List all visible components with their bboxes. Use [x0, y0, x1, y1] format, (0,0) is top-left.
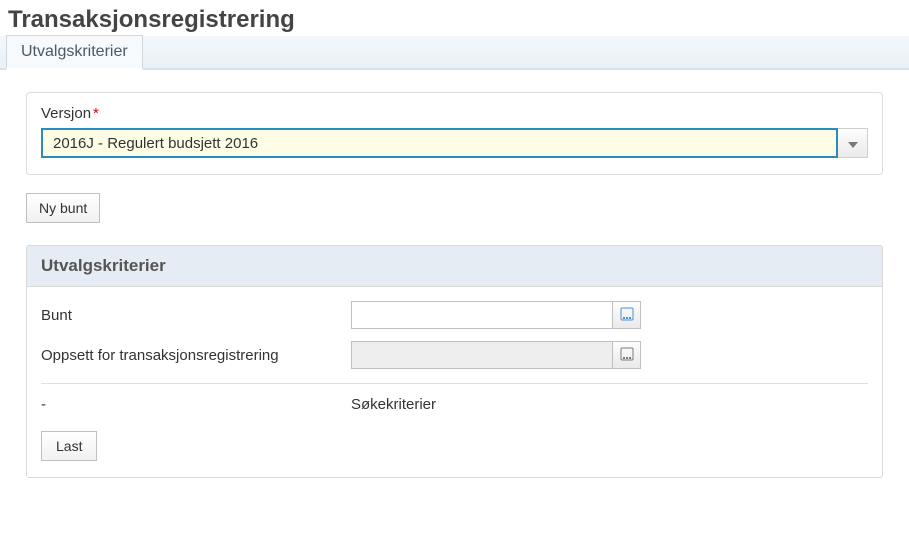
oppsett-input: [351, 341, 613, 369]
required-marker: *: [93, 105, 99, 122]
version-input[interactable]: [41, 128, 838, 158]
version-dropdown-button[interactable]: [838, 128, 868, 158]
tab-utvalgskriterier[interactable]: Utvalgskriterier: [6, 35, 143, 70]
lookup-icon: [620, 347, 634, 364]
lookup-icon: [620, 307, 634, 324]
page-title: Transaksjonsregistrering: [8, 6, 909, 34]
new-bunt-button[interactable]: Ny bunt: [26, 193, 100, 223]
oppsett-row: Oppsett for transaksjonsregistrering: [41, 341, 868, 369]
criteria-panel: Utvalgskriterier Bunt: [26, 245, 883, 478]
bunt-lookup-button[interactable]: [613, 301, 641, 329]
oppsett-lookup-button[interactable]: [613, 341, 641, 369]
version-combo[interactable]: [41, 128, 868, 158]
search-dash: -: [41, 396, 351, 413]
version-label: Versjon*: [41, 105, 868, 122]
bunt-lookup[interactable]: [351, 301, 641, 329]
divider: [41, 383, 868, 384]
oppsett-label: Oppsett for transaksjonsregistrering: [41, 347, 351, 364]
load-button[interactable]: Last: [41, 431, 97, 461]
criteria-panel-title: Utvalgskriterier: [27, 246, 882, 287]
bunt-label: Bunt: [41, 307, 351, 324]
oppsett-lookup[interactable]: [351, 341, 641, 369]
bunt-input[interactable]: [351, 301, 613, 329]
search-criteria-label: Søkekriterier: [351, 396, 436, 413]
bunt-row: Bunt: [41, 301, 868, 329]
search-criteria-row: - Søkekriterier: [41, 396, 868, 413]
chevron-down-icon: [848, 135, 858, 151]
tab-bar: Utvalgskriterier: [0, 36, 909, 70]
version-panel: Versjon*: [26, 92, 883, 175]
version-label-text: Versjon: [41, 105, 91, 122]
